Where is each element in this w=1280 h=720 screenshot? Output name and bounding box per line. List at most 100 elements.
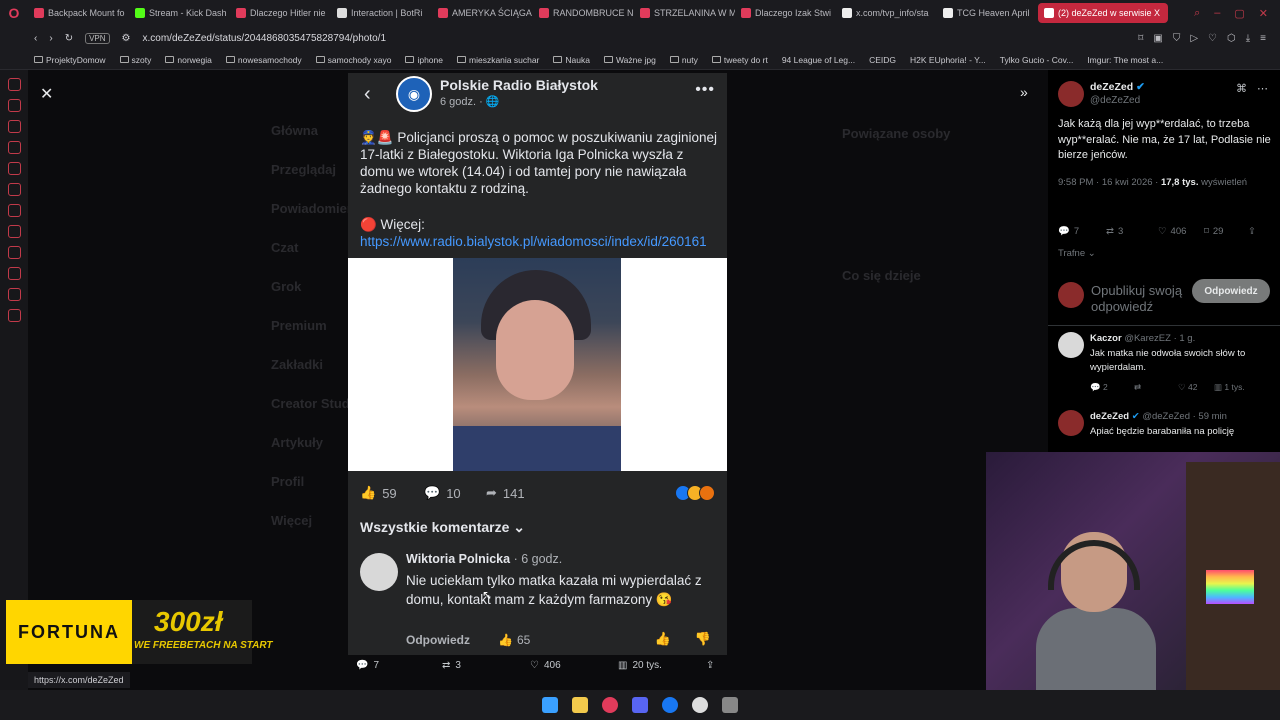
reply-author[interactable]: deZeZed ✔ @deZeZed · 59 min [1090,411,1227,422]
browser-tab[interactable]: AMERYKA ŚCIĄGA [432,3,533,23]
repost-stat[interactable]: ⇄ 3 [1106,226,1123,237]
bookmark-item[interactable]: CEIDG [869,55,896,65]
messenger-taskbar-icon[interactable] [662,697,678,713]
bookmark-item[interactable]: tweety do rt [711,55,768,65]
download-icon[interactable]: ⤓ [1246,33,1250,44]
post-image[interactable]: ‹ ◉ Polskie Radio Białystok 6 godz. · 🌐 … [348,73,727,655]
browser-tab[interactable]: RANDOMBRUCE N [533,3,634,23]
bookmark-item[interactable]: Tylko Gucio - Cov... [1000,55,1074,65]
bookmark-item[interactable]: norwegia [165,55,212,65]
workspaces-icon[interactable] [7,288,21,301]
browser-tab[interactable]: STRZELANINA W M [634,3,735,23]
bookmark-item[interactable]: 94 League of Leg... [782,55,855,65]
bookmark-stat[interactable]: ⌑ 29 [1204,226,1223,237]
settings-icon[interactable] [7,309,21,322]
author-name[interactable]: deZeZed ✔ [1090,81,1145,93]
back-icon[interactable]: ‹ [34,33,37,44]
bookmark-label: ProjektyDomow [46,54,106,65]
browser-tab[interactable]: Interaction | BotRi [331,3,432,23]
bookmark-item[interactable]: ProjektyDomow [34,55,106,65]
bookmark-item[interactable]: nuty [669,55,698,65]
browser-tab[interactable]: Dlaczego Izak Stwi [735,3,836,23]
x-icon[interactable] [7,225,21,238]
steam-icon[interactable] [722,697,738,713]
bookmark-item[interactable]: Ważne jpg [603,55,656,65]
bookmark-icon[interactable]: ⌑ [1138,33,1143,44]
nav-more: Więcej [271,513,313,528]
search-tabs-icon[interactable]: ⌕ [1194,7,1200,20]
reply-submit-button[interactable]: Odpowiedz [1192,279,1270,303]
bookmark-label: Imgur: The most a... [1087,54,1164,65]
reply-sort[interactable]: Trafne ⌄ [1058,248,1096,259]
snapshot-icon[interactable]: ▣ [1153,33,1162,44]
bookmark-item[interactable]: szoty [119,55,151,65]
bookmark-item[interactable]: Nauka [553,55,590,65]
share-stat[interactable]: ⇪ [1248,226,1256,237]
bookmark-item[interactable]: iphone [405,55,443,65]
bookmark-item[interactable]: samochody xayo [315,55,391,65]
repost-button[interactable]: ⇄ 3 [442,660,461,671]
reply-likes[interactable]: ♡ 42 [1178,382,1197,393]
grok-icon[interactable]: ⌘ [1236,82,1247,95]
reply-avatar[interactable] [1058,332,1084,358]
menu-icon[interactable]: ≡ [1260,33,1266,44]
twitch-icon[interactable] [7,204,21,217]
reply-avatar[interactable] [1058,410,1084,436]
more-icon[interactable]: ⋯ [1257,82,1268,95]
maximize-icon[interactable]: ▢ [1234,7,1244,20]
expand-sidebar-icon[interactable]: » [1020,84,1028,100]
tweet-panel: deZeZed ✔ @deZeZed ⌘ ⋯ Jak każą dla jej w… [1048,70,1280,455]
obs-icon[interactable] [692,697,708,713]
close-window-icon[interactable]: ✕ [1259,7,1268,20]
minimize-icon[interactable]: – [1214,7,1220,20]
chatgpt-icon[interactable] [7,183,21,196]
reply-views[interactable]: ▥ 1 tys. [1214,382,1245,393]
file-explorer-icon[interactable] [572,697,588,713]
browser-tab[interactable]: x.com/tvp_info/sta [836,3,937,23]
bookmark-item[interactable]: mieszkania suchar [457,55,539,65]
whatsapp-icon[interactable] [7,99,21,112]
browser-tab[interactable]: Dlaczego Hitler nie [230,3,331,23]
browser-tab[interactable]: Backpack Mount fo [28,3,129,23]
messenger-icon[interactable] [7,78,21,91]
like-button[interactable]: ♡ 406 [530,660,561,671]
instagram-icon[interactable] [7,120,21,133]
browser-tab-active[interactable]: (2) deZeZed w serwisie X [1038,3,1168,23]
opera-icon[interactable] [602,697,618,713]
bookmark-item[interactable]: nowesamochody [225,55,302,65]
bookmark-item[interactable]: Imgur: The most a... [1087,55,1163,65]
history-icon[interactable] [7,267,21,280]
author-handle[interactable]: @deZeZed [1090,95,1140,106]
close-icon[interactable]: ✕ [40,84,53,104]
bookmark-item[interactable]: H2K EUphoria! - Y... [910,55,986,65]
windows-start-icon[interactable] [542,697,558,713]
vpn-badge[interactable]: VPN [85,32,110,44]
reply-repost[interactable]: ⇄ [1134,382,1141,393]
opera-logo-icon[interactable]: O [0,0,28,26]
url-field[interactable]: x.com/deZeZed/status/2044868035475828794… [143,33,387,44]
like-stat[interactable]: ♡ 406 [1158,226,1186,237]
reply-replies[interactable]: 💬 2 [1090,382,1108,393]
forward-icon[interactable]: › [49,33,52,44]
heart-icon[interactable]: ♡ [1208,33,1217,44]
play-icon[interactable]: ▷ [1190,33,1198,44]
author-avatar[interactable] [1058,81,1084,107]
tab-favicon-icon [236,8,246,18]
browser-tab[interactable]: TCG Heaven April [937,3,1038,23]
site-info-icon[interactable]: ⚙ [122,33,131,44]
tweet-timestamp: 9:58 PM · 16 kwi 2026 · [1058,177,1161,188]
player-icon[interactable] [7,162,21,175]
reply-author[interactable]: Kaczor @KarezEZ · 1 g. [1090,333,1195,344]
music-icon[interactable] [7,141,21,154]
discord-icon[interactable] [632,697,648,713]
shield-icon[interactable]: ⛉ [1173,33,1181,44]
reply-input[interactable]: Opublikuj swoją odpowiedź [1091,283,1191,315]
reply-stat[interactable]: 💬 7 [1058,226,1079,237]
reply-button[interactable]: 💬 7 [356,660,379,671]
share-button[interactable]: ⇪ [706,660,714,671]
extensions-icon[interactable]: ⬡ [1227,33,1236,44]
views-button[interactable]: ▥ 20 tys. [618,660,662,671]
browser-tab[interactable]: Stream - Kick Dash [129,3,230,23]
pinboard-icon[interactable] [7,246,21,259]
reload-icon[interactable]: ↻ [65,33,73,44]
